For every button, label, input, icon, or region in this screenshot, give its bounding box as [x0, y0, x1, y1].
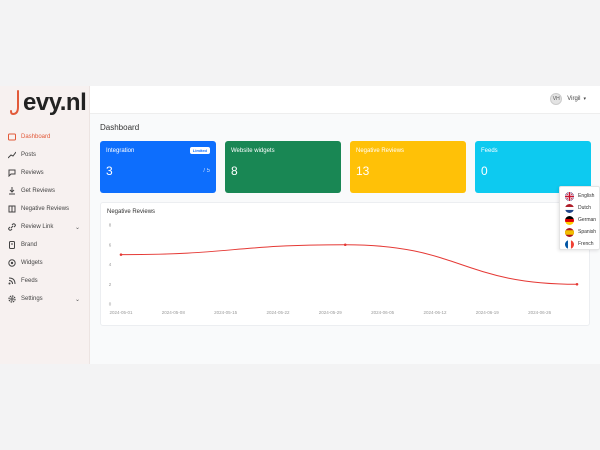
top-bar: VH Virgil ▾ [90, 86, 600, 114]
language-label: Dutch [578, 205, 592, 211]
dashboard-icon [7, 133, 16, 142]
integration-card[interactable]: Integration Limited 3 / 5 [100, 141, 216, 193]
sidebar-item-label: Widgets [21, 260, 43, 266]
sidebar-item-widgets[interactable]: Widgets [0, 254, 90, 272]
sidebar-item-negative-reviews[interactable]: Negative Reviews [0, 200, 90, 218]
download-icon [7, 187, 16, 196]
y-tick-label: 8 [109, 223, 112, 228]
language-option-dutch[interactable]: Dutch [565, 202, 591, 214]
sidebar-item-label: Brand [21, 242, 38, 248]
brand-name: evy.nl [23, 89, 87, 116]
sidebar-item-label: Posts [21, 152, 37, 158]
card-value: 0 [481, 164, 488, 178]
series-line [120, 244, 578, 285]
sidebar-item-feeds[interactable]: Feeds [0, 272, 90, 290]
sidebar-item-reviews[interactable]: Reviews [0, 164, 90, 182]
language-option-english[interactable]: English [565, 190, 594, 202]
y-tick-label: 0 [109, 302, 112, 307]
x-tick-label: 2024-05-08 [162, 310, 186, 315]
book-icon [7, 205, 16, 214]
fr-flag-icon [565, 239, 574, 249]
main-content: Dashboard Integration Limited 3 / 5 Webs… [90, 114, 600, 364]
language-option-german[interactable]: German [565, 214, 596, 226]
language-label: French [578, 241, 594, 247]
sidebar: evy.nl Dashboard Posts Reviews Get Revie… [0, 86, 90, 364]
y-tick-label: 6 [109, 242, 112, 247]
language-option-spanish[interactable]: Spanish [565, 226, 596, 238]
gear-icon [7, 295, 16, 304]
card-value: 13 [356, 164, 370, 178]
user-menu[interactable]: VH Virgil ▾ [550, 93, 586, 105]
y-tick-label: 2 [109, 282, 112, 287]
card-value: 3 [106, 164, 113, 178]
negative-reviews-chart: Negative Reviews 0 2 4 6 8 2024-05-01 2024-05-… [100, 202, 590, 326]
sidebar-item-label: Feeds [21, 278, 38, 284]
data-point[interactable] [119, 253, 123, 256]
chevron-down-icon: ⌄ [74, 224, 80, 231]
card-title: Negative Reviews [356, 148, 405, 154]
language-label: German [578, 217, 597, 223]
brand-icon [7, 241, 16, 250]
uk-flag-icon [565, 191, 574, 201]
website-widgets-card[interactable]: Website widgets 8 [225, 141, 341, 193]
x-tick-label: 2024-06-05 [371, 310, 395, 315]
brand-logo[interactable]: evy.nl [10, 88, 87, 118]
sidebar-nav: Dashboard Posts Reviews Get Reviews Nega… [0, 128, 90, 308]
sidebar-item-dashboard[interactable]: Dashboard [0, 128, 90, 146]
x-tick-label: 2024-06-12 [423, 310, 447, 315]
sidebar-item-review-link[interactable]: Review Link ⌄ [0, 218, 90, 236]
es-flag-icon [565, 227, 574, 237]
sidebar-item-posts[interactable]: Posts [0, 146, 90, 164]
card-title: Integration [106, 148, 135, 154]
card-value: 8 [231, 164, 238, 178]
sidebar-item-label: Negative Reviews [21, 206, 70, 212]
chat-icon [7, 169, 16, 178]
y-tick-label: 4 [109, 262, 112, 267]
language-label: English [578, 193, 595, 199]
sidebar-item-label: Reviews [21, 170, 44, 176]
x-tick-label: 2024-05-01 [109, 310, 133, 315]
x-tick-label: 2024-05-15 [214, 310, 238, 315]
widget-icon [7, 259, 16, 268]
data-point[interactable] [575, 282, 579, 286]
sidebar-item-label: Dashboard [21, 134, 51, 140]
language-option-french[interactable]: French [565, 238, 594, 250]
link-icon [7, 223, 16, 232]
sidebar-item-label: Get Reviews [21, 188, 56, 194]
card-title: Website widgets [231, 148, 275, 154]
language-switcher: English Dutch German Spanish French [559, 186, 600, 250]
x-tick-label: 2024-05-29 [319, 310, 343, 315]
logo-mark-icon [10, 90, 19, 116]
avatar: VH [550, 93, 563, 105]
sidebar-item-settings[interactable]: Settings ⌄ [0, 290, 90, 308]
card-limit: / 5 [203, 168, 210, 174]
nl-flag-icon [565, 203, 574, 213]
card-title: Feeds [481, 148, 498, 154]
limited-badge: Limited [189, 147, 210, 154]
sidebar-item-label: Settings [21, 296, 43, 302]
caret-down-icon: ▾ [583, 96, 586, 102]
data-point[interactable] [343, 243, 347, 247]
sidebar-item-brand[interactable]: Brand [0, 236, 90, 254]
user-name: Virgil [567, 96, 581, 102]
x-tick-label: 2024-06-26 [528, 310, 552, 315]
language-label: Spanish [578, 229, 597, 235]
app-window: evy.nl Dashboard Posts Reviews Get Revie… [0, 86, 600, 364]
chart-canvas: 0 2 4 6 8 2024-05-01 2024-05-08 2024-05-15 2024-… [109, 223, 579, 315]
x-tick-label: 2024-05-22 [266, 310, 290, 315]
sidebar-item-label: Review Link [21, 224, 54, 230]
x-tick-label: 2024-06-19 [476, 310, 500, 315]
sidebar-item-get-reviews[interactable]: Get Reviews [0, 182, 90, 200]
feed-icon [7, 277, 16, 286]
chevron-down-icon: ⌄ [74, 296, 80, 303]
negative-reviews-card[interactable]: Negative Reviews 13 [350, 141, 466, 193]
de-flag-icon [565, 215, 574, 225]
trend-icon [7, 151, 16, 160]
page-title: Dashboard [100, 123, 140, 132]
